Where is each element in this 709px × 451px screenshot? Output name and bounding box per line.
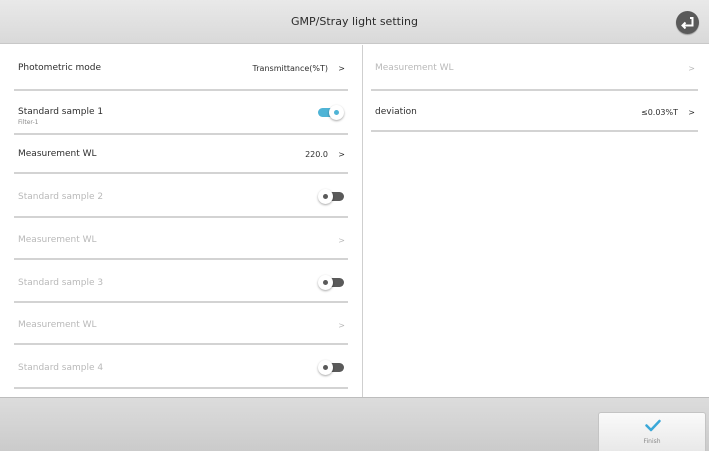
measurement-wl-1-value: 220.0	[305, 150, 328, 159]
page-title: GMP/Stray light setting	[291, 15, 418, 28]
measurement-wl-2-row[interactable]: Measurement WL >	[14, 218, 348, 260]
standard-sample-1-row[interactable]: Standard sample 1 Filter-1	[14, 91, 348, 135]
standard-sample-1-label: Standard sample 1	[18, 107, 104, 117]
standard-sample-4-toggle[interactable]	[318, 360, 344, 375]
standard-sample-1-sublabel: Filter-1	[18, 119, 39, 126]
measurement-wl-1-row[interactable]: Measurement WL 220.0 >	[14, 135, 348, 174]
chevron-right-icon: >	[688, 64, 695, 73]
standard-sample-2-row[interactable]: Standard sample 2	[14, 174, 348, 218]
standard-sample-3-row[interactable]: Standard sample 3	[14, 260, 348, 303]
bottom-toolbar: Finish	[0, 397, 709, 451]
check-icon	[645, 419, 661, 432]
chevron-right-icon: >	[338, 321, 345, 330]
photometric-mode-value: Transmittance(%T)	[252, 64, 328, 73]
chevron-right-icon: >	[338, 236, 345, 245]
standard-sample-2-label: Standard sample 2	[18, 192, 104, 202]
chevron-right-icon: >	[338, 64, 345, 73]
deviation-value: ≤0.03%T	[640, 108, 678, 117]
title-bar: GMP/Stray light setting	[0, 0, 709, 44]
standard-sample-4-row[interactable]: Standard sample 4	[14, 345, 348, 389]
photometric-mode-row[interactable]: Photometric mode Transmittance(%T) >	[14, 45, 348, 91]
photometric-mode-label: Photometric mode	[18, 63, 102, 73]
deviation-label: deviation	[375, 107, 417, 117]
measurement-wl-row[interactable]: Measurement WL >	[371, 45, 698, 91]
chevron-right-icon: >	[338, 150, 345, 159]
standard-sample-1-toggle[interactable]	[318, 105, 344, 120]
standard-sample-2-toggle[interactable]	[318, 189, 344, 204]
standard-sample-4-label: Standard sample 4	[18, 363, 104, 373]
measurement-wl-3-row[interactable]: Measurement WL >	[14, 303, 348, 345]
finish-button[interactable]: Finish	[598, 412, 706, 451]
back-arrow-icon	[681, 17, 694, 29]
measurement-wl-3-label: Measurement WL	[18, 320, 97, 330]
finish-label: Finish	[643, 438, 661, 445]
left-settings-panel: Photometric mode Transmittance(%T) > Sta…	[0, 45, 362, 397]
standard-sample-3-toggle[interactable]	[318, 275, 344, 290]
deviation-row[interactable]: deviation ≤0.03%T >	[371, 91, 698, 132]
measurement-wl-1-label: Measurement WL	[18, 149, 97, 159]
right-settings-panel: Measurement WL > deviation ≤0.03%T >	[363, 45, 709, 397]
screen: GMP/Stray light setting Photometric mode…	[0, 0, 709, 451]
back-button[interactable]	[676, 11, 699, 34]
chevron-right-icon: >	[688, 108, 695, 117]
measurement-wl-label: Measurement WL	[375, 63, 454, 73]
standard-sample-3-label: Standard sample 3	[18, 278, 104, 288]
measurement-wl-2-label: Measurement WL	[18, 235, 97, 245]
